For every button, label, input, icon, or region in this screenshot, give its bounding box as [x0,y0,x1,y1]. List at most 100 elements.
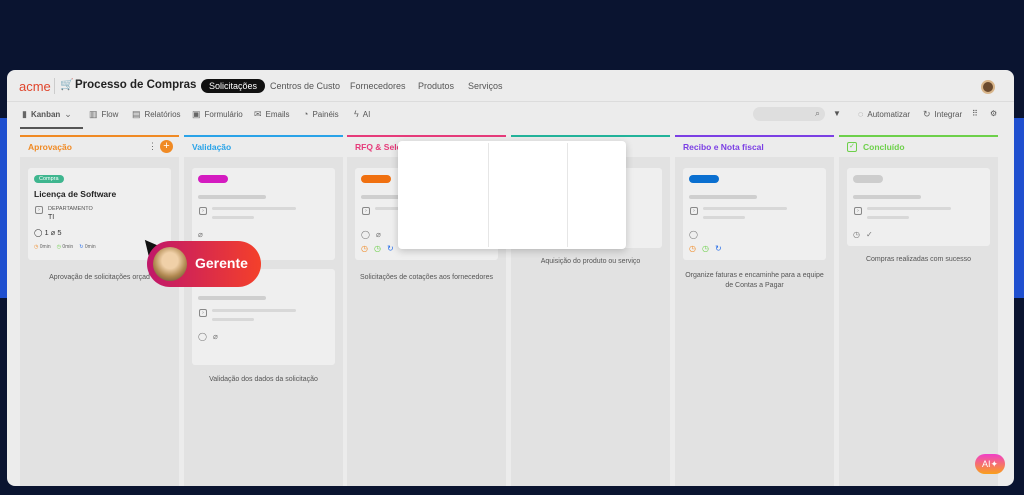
divider [54,78,55,94]
placeholder-line [867,207,951,210]
active-underline [20,127,83,129]
add-card-button[interactable]: + [160,140,173,153]
avatar[interactable] [981,80,995,94]
column-recibo: Recibo e Nota fiscal › ◯ ◷ ◷ ↻ Organize fa… [675,135,834,486]
view-kanban[interactable]: ▮ Kanban ⌄ [22,109,72,120]
clock-icon: ◷ [853,230,860,239]
flow-icon: ▥ [89,109,98,119]
sync-icon: ↻ [714,244,722,253]
page-title: Processo de Compras [75,79,197,91]
comment-icon: ◯ [34,228,43,237]
search-input[interactable]: ⌕ [753,107,825,121]
placeholder-line [212,309,296,312]
phone-icon: ◷ [56,244,61,250]
timer-value: 0min [84,244,96,250]
view-ai[interactable]: ϟ AI [354,109,370,119]
comment-icon: ◯ [361,230,370,239]
comment-icon: ◯ [198,332,207,341]
tag-pill [198,175,228,183]
phone-icon: ◷ [701,244,709,253]
column-title: Recibo e Nota fiscal [675,137,834,157]
tab-solicitacoes[interactable]: Solicitações [201,79,266,93]
tab-fornecedores[interactable]: Fornecedores [342,79,414,93]
clock-icon: ◷ [689,244,696,253]
placeholder-line [703,207,787,210]
view-emails[interactable]: ✉ Emails [254,109,290,120]
plug-icon: ↻ [923,109,931,119]
tag-pill [361,175,391,183]
field-icon: › [854,207,862,215]
ai-assistant-button[interactable]: AI✦ [975,454,1005,474]
field-icon: › [199,309,207,317]
attachment-icon: ⌀ [212,332,218,341]
phone-icon: ◷ [373,244,381,253]
column-description: Validação dos dados da solicitação [209,376,318,383]
pie-icon: ◔ [303,109,309,119]
placeholder-line [689,195,757,199]
attachment-count: 5 [57,228,62,237]
attachment-icon: ⌀ [198,230,203,239]
tag-pill [853,175,883,183]
tag-pill [689,175,719,183]
placeholder-line [198,296,266,300]
timer-value: 0min [39,244,51,250]
timer-value: 0min [62,244,74,250]
placeholder-line [853,195,921,199]
tab-centros-de-custo[interactable]: Centros de Custo [262,79,348,93]
gerente-avatar [153,247,187,281]
tab-servicos[interactable]: Serviços [460,79,511,93]
card-title: Licença de Software [34,189,117,199]
column-description: Aquisição do produto ou serviço [540,258,641,265]
gear-icon[interactable]: ⚙ [990,109,997,118]
field-icon: › [35,206,43,214]
filter-icon[interactable]: ▼ [833,109,841,118]
logo[interactable]: acme [19,79,51,94]
placeholder-line [703,216,745,219]
view-flow[interactable]: ▥ Flow [89,109,118,120]
placeholder-line [867,216,909,219]
sync-icon: ↻ [386,244,394,253]
table-icon: ▤ [132,109,141,119]
column-aprovacao: Aprovação ⋮ + Compra Licença de Software… [20,135,179,486]
tab-produtos[interactable]: Produtos [410,79,462,93]
placeholder-line [212,216,254,219]
attachment-icon: ⌀ [375,230,381,239]
app-window: acme 🛒 Processo de Compras Solicitações … [7,70,1014,486]
clock-icon: ◷ [361,244,368,253]
divider [488,143,489,247]
search-icon: ⌕ [814,108,820,118]
column-description: Solicitações de cotações aos fornecedore… [359,274,494,281]
card-placeholder[interactable]: › ◯ ◷ ◷ ↻ [683,168,826,260]
popup-panel [398,141,626,249]
card-placeholder[interactable]: › ◷ ✓ [847,168,990,246]
apps-grid-icon[interactable]: ⠿ [972,109,978,118]
view-formulario[interactable]: ▣ Formulário [192,109,243,120]
comment-count: 1 [44,228,49,237]
field-value: TI [48,214,55,221]
column-validacao: Validação › ⌀ › ◯ ⌀ Validação dos dados d… [184,135,343,486]
kanban-icon: ▮ [22,109,27,119]
robot-icon: ◌ [858,109,864,119]
placeholder-line [212,318,254,321]
comment-icon: ◯ [689,230,698,239]
clock-icon: ◷ [34,244,39,250]
view-paineis[interactable]: ◔ Painéis [303,109,339,119]
column-description: Compras realizadas com sucesso [865,256,972,263]
gerente-badge: Gerente [147,241,261,287]
field-icon: › [199,207,207,215]
field-label: DEPARTAMENTO [48,206,93,212]
column-title: Concluído [839,137,998,157]
cart-icon: 🛒 [60,79,74,91]
field-icon: › [690,207,698,215]
sparkle-icon: ✦ [990,459,999,469]
sync-icon: ↻ [79,244,84,250]
integrar-button[interactable]: ↻ Integrar [923,109,962,120]
more-icon[interactable]: ⋮ [148,141,157,152]
automatizar-button[interactable]: ◌ Automatizar [858,109,910,119]
attachment-icon: ⌀ [50,228,56,237]
card-tag: Compra [34,175,64,183]
form-icon: ▣ [192,109,201,119]
mail-icon: ✉ [254,109,262,119]
view-relatorios[interactable]: ▤ Relatórios [132,109,181,120]
check-icon: ✓ [865,230,873,239]
